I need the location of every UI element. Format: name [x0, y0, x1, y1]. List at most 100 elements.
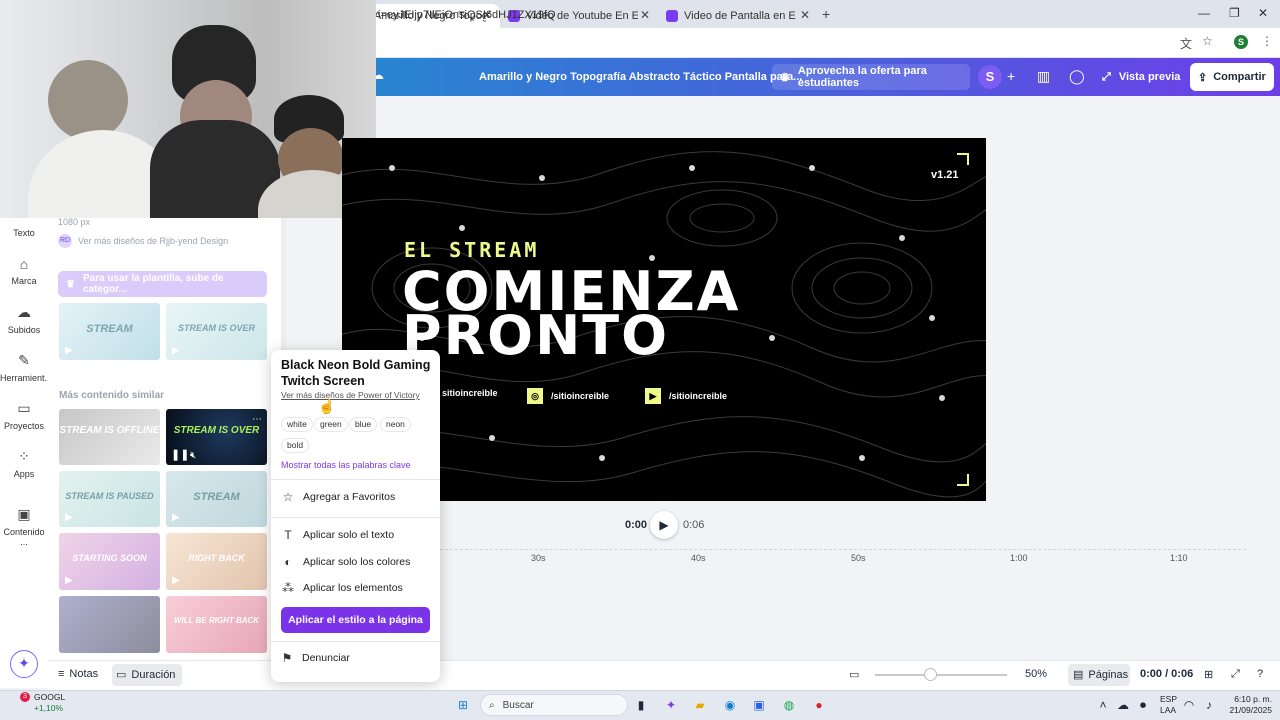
- clock[interactable]: 6:10 p. m. 21/09/2025: [1222, 694, 1272, 716]
- thumbnail-label: STARTING SOON: [72, 552, 147, 563]
- tray-chevron-icon[interactable]: ˄: [1094, 696, 1112, 714]
- template-thumbnail[interactable]: WILL BE RIGHT BACK: [166, 596, 267, 653]
- new-tab-plus-icon[interactable]: +: [822, 6, 830, 22]
- taskbar-search[interactable]: ⌕ Buscar: [480, 694, 628, 716]
- popup-author-link[interactable]: Ver más diseños de Power of Victory: [281, 390, 420, 400]
- rail-item-text[interactable]: Texto: [0, 228, 48, 238]
- tools-icon: ✎: [18, 352, 30, 368]
- template-thumbnail[interactable]: STREAM ▶: [166, 471, 267, 527]
- translate-icon[interactable]: 文: [1180, 35, 1192, 52]
- bookmark-star-icon[interactable]: ☆: [1202, 34, 1213, 48]
- more-from-author-link[interactable]: RD Ver más diseños de Rjjb-yend Design: [58, 234, 228, 248]
- social-handle[interactable]: ▶ /sitioincreible: [645, 388, 727, 404]
- social-handle[interactable]: sitioincreible: [442, 388, 498, 398]
- mute-icon[interactable]: 🔇︎: [190, 450, 196, 461]
- template-thumbnail[interactable]: STARTING SOON ▶: [59, 533, 160, 590]
- minimize-icon[interactable]: —: [1198, 6, 1210, 20]
- zoom-level[interactable]: 50%: [1025, 668, 1047, 680]
- rail-item-brand[interactable]: ⌂ Marca: [0, 256, 48, 286]
- recorder-icon[interactable]: ●: [810, 696, 828, 714]
- zoom-slider[interactable]: [875, 674, 1007, 676]
- tab-screen-video[interactable]: Video de Pantalla en Espera pa ✕: [658, 4, 818, 28]
- keyword-chip[interactable]: neon: [380, 417, 411, 432]
- chrome-icon[interactable]: ◍: [780, 696, 798, 714]
- apply-colors-button[interactable]: ◐ Aplicar solo los colores: [281, 555, 410, 569]
- template-thumbnail-hovered[interactable]: STREAM IS OVER ❚❚ 🔇︎ ⋯: [166, 409, 267, 465]
- keyword-chip[interactable]: white: [281, 417, 313, 432]
- play-button[interactable]: ▶: [650, 511, 678, 539]
- upgrade-button[interactable]: ♛ Para usar la plantilla, sube de catego…: [58, 271, 267, 297]
- apply-style-to-page-button[interactable]: Aplicar el estilo a la página: [281, 607, 430, 633]
- page-view-icon[interactable]: ▭: [849, 668, 859, 681]
- task-view-icon[interactable]: ▮: [632, 696, 650, 714]
- share-button[interactable]: ⇪ Compartir: [1190, 63, 1274, 91]
- wifi-icon[interactable]: ◠: [1180, 696, 1198, 714]
- rail-item-content[interactable]: ▣ Contenido ...: [0, 506, 48, 547]
- browser-menu-icon[interactable]: ⋮: [1261, 34, 1273, 48]
- template-thumbnail[interactable]: STREAM IS OVER ▶: [166, 303, 267, 360]
- restore-icon[interactable]: ❐: [1229, 6, 1240, 20]
- add-favorite-button[interactable]: ☆ Agregar a Favoritos: [281, 490, 396, 504]
- close-icon[interactable]: ✕: [800, 8, 810, 22]
- thumbnail-label: STREAM IS OVER: [173, 424, 260, 436]
- copilot-icon[interactable]: ✦: [662, 696, 680, 714]
- document-title[interactable]: Amarillo y Negro Topografía Abstracto Tá…: [479, 71, 802, 83]
- grid-view-icon[interactable]: ⊞: [1204, 668, 1213, 681]
- microphone-icon[interactable]: ⏺: [1134, 696, 1152, 714]
- keyword-chip[interactable]: blue: [349, 417, 378, 432]
- rail-item-uploads[interactable]: ☁ Subidos: [0, 304, 48, 335]
- report-button[interactable]: ⚑ Denunciar: [280, 651, 350, 665]
- user-avatar[interactable]: S: [978, 65, 1002, 89]
- stock-widget[interactable]: GOOGL +1,10%: [34, 692, 65, 714]
- notes-button[interactable]: ≡ Notas: [58, 668, 98, 680]
- design-subtitle[interactable]: EL STREAM: [404, 238, 539, 262]
- apply-elements-button[interactable]: ⁂ Aplicar los elementos: [281, 581, 403, 595]
- windows-start-icon[interactable]: ⊞: [454, 696, 472, 714]
- comment-icon[interactable]: ◯: [1069, 68, 1085, 85]
- store-icon[interactable]: ▣: [750, 696, 768, 714]
- analytics-icon[interactable]: ▥: [1037, 68, 1050, 85]
- language-indicator[interactable]: ESP LAA: [1160, 694, 1177, 716]
- fullscreen-icon[interactable]: ⤢: [1231, 668, 1240, 681]
- template-thumbnail[interactable]: [59, 596, 160, 653]
- design-version-text[interactable]: v1.21: [931, 169, 959, 181]
- edge-icon[interactable]: ◉: [721, 696, 739, 714]
- template-thumbnail[interactable]: STREAM IS PAUSED ▶: [59, 471, 160, 527]
- keyword-chip[interactable]: green: [314, 417, 348, 432]
- window-close-icon[interactable]: ✕: [1258, 6, 1268, 20]
- ruler-tick-label: 1:10: [1170, 553, 1188, 563]
- preview-button[interactable]: ⤢ Vista previa: [1096, 64, 1184, 90]
- template-thumbnail[interactable]: STREAM IS OFFLINE: [59, 409, 160, 465]
- close-icon[interactable]: ✕: [640, 8, 650, 22]
- report-label: Denunciar: [302, 652, 350, 664]
- share-icon: ⇪: [1198, 71, 1208, 84]
- keyword-chip[interactable]: bold: [281, 438, 310, 453]
- similar-content-heading: Más contenido similar: [59, 390, 165, 401]
- stock-name: GOOGL: [34, 692, 66, 702]
- more-options-icon[interactable]: ⋯: [252, 414, 262, 425]
- rail-item-tools[interactable]: ✎ Herramient...: [0, 352, 52, 383]
- social-handle[interactable]: ◎ /sitioincreible: [527, 388, 609, 404]
- magic-assistant-button[interactable]: ✦: [10, 650, 38, 678]
- template-thumbnail[interactable]: STREAM ▶: [59, 303, 160, 360]
- design-title[interactable]: COMIENZA PRONTO: [402, 265, 740, 363]
- pages-button[interactable]: ▤ Páginas: [1073, 668, 1128, 682]
- star-icon: ☆: [282, 490, 294, 504]
- zoom-slider-knob[interactable]: [924, 668, 937, 681]
- add-collaborator-icon[interactable]: +: [1007, 68, 1015, 84]
- template-thumbnail[interactable]: RIGHT BACK ▶: [166, 533, 267, 590]
- pause-icon[interactable]: ❚❚: [171, 448, 189, 461]
- student-offer-button[interactable]: ♛ Aprovecha la oferta para estudiantes: [772, 64, 970, 90]
- apply-text-button[interactable]: T Aplicar solo el texto: [281, 528, 394, 542]
- timeline-ruler[interactable]: [380, 549, 1246, 550]
- rail-item-projects[interactable]: ▭ Proyectos: [0, 400, 48, 431]
- volume-icon[interactable]: ♪: [1200, 696, 1218, 714]
- show-all-keywords-link[interactable]: Mostrar todas las palabras clave: [281, 460, 411, 470]
- help-icon[interactable]: ?: [1257, 668, 1263, 680]
- rail-item-apps[interactable]: ⁘ Apps: [0, 448, 48, 479]
- profile-avatar[interactable]: S: [1234, 35, 1248, 49]
- duration-button[interactable]: ▭ Duración: [116, 668, 175, 682]
- cloud-icon[interactable]: ☁: [1114, 696, 1132, 714]
- url-field[interactable]: i=eyJEIjp7IlEiOnsiQSI6dHJ1ZX19fQ: [378, 9, 556, 21]
- file-explorer-icon[interactable]: ▰: [691, 696, 709, 714]
